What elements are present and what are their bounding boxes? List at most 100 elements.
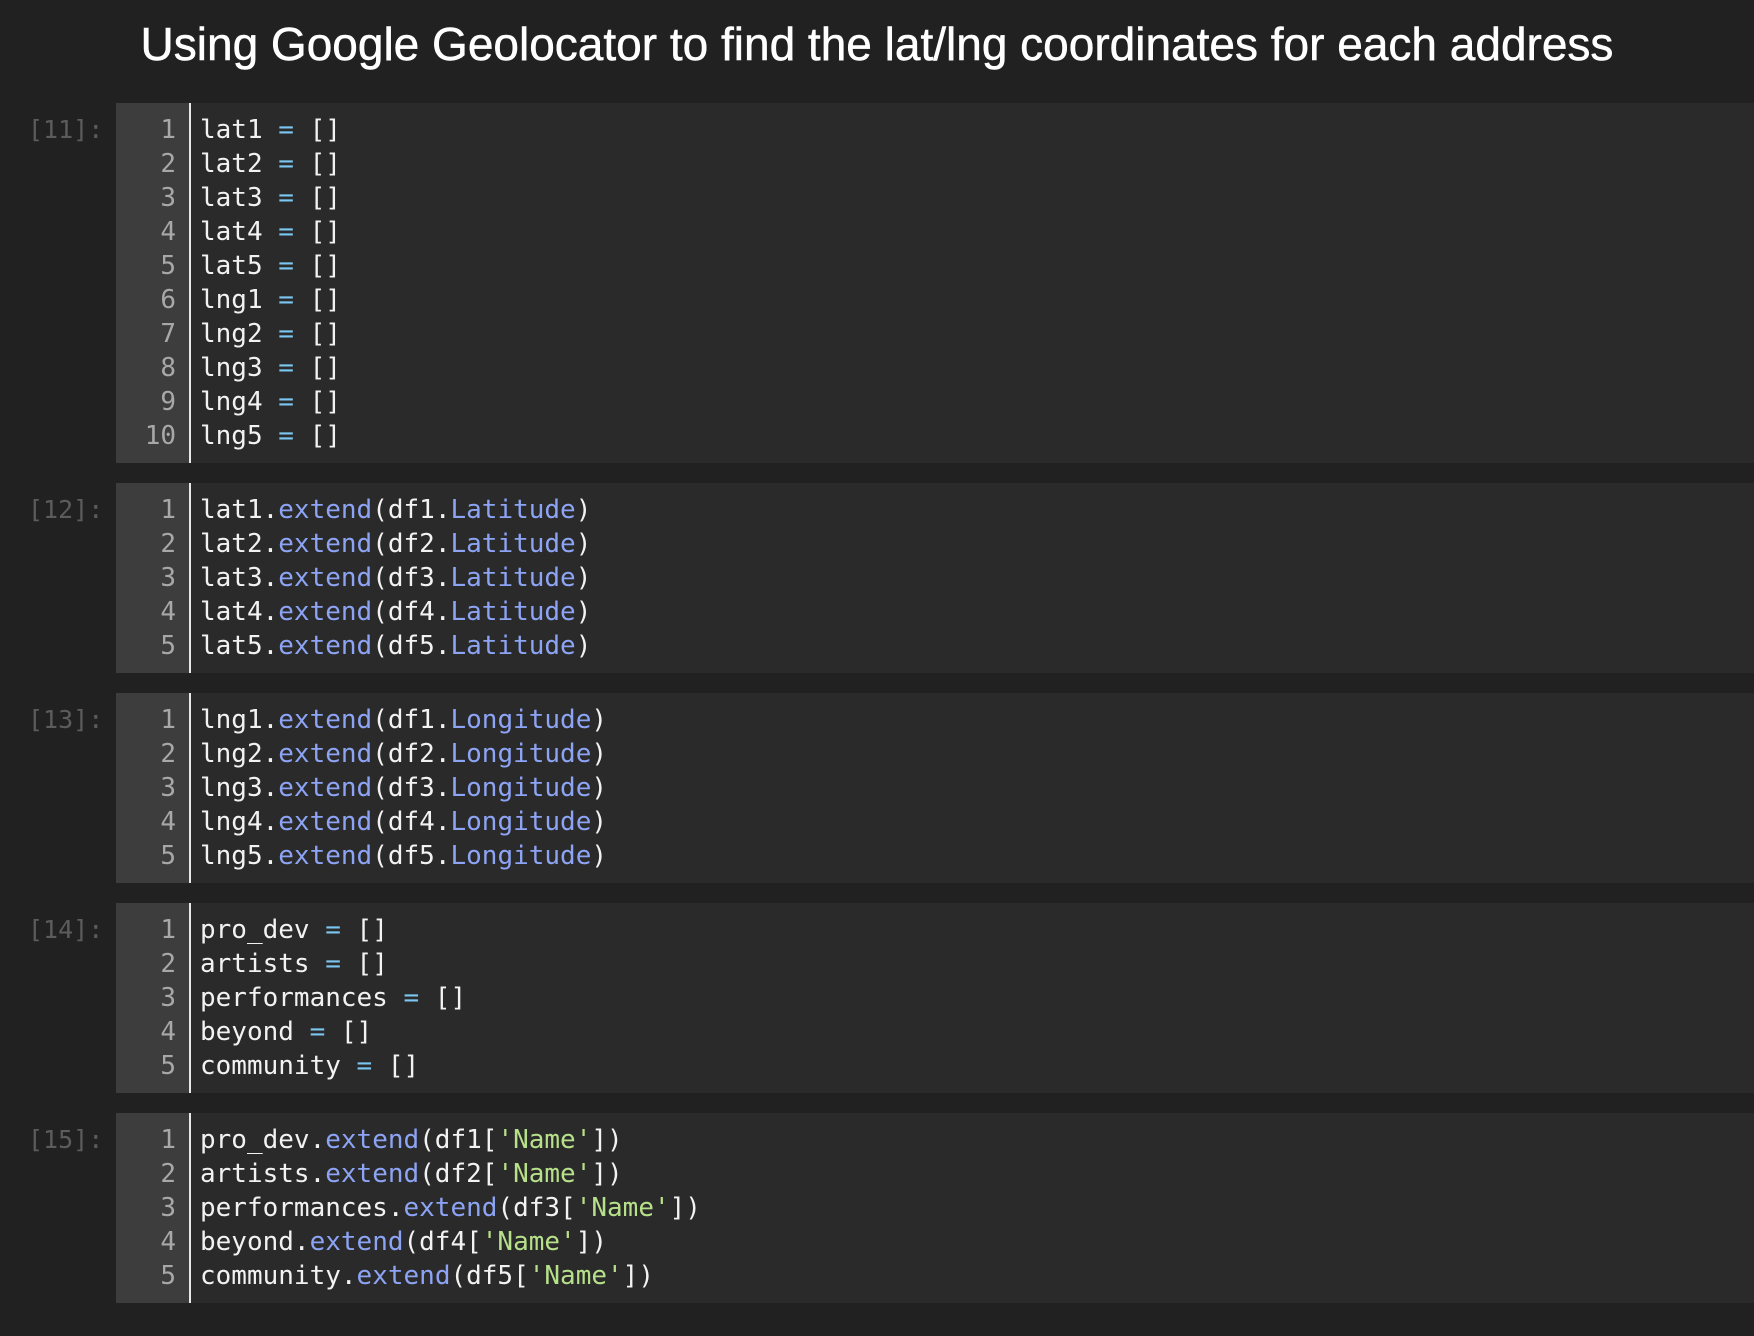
code-method-token: extend (278, 563, 373, 593)
code-operator-token: = (325, 915, 341, 945)
code-method-token: extend (278, 705, 373, 735)
code-lines: 1 pro_dev = [] 2 artists = [] 3 performances … (116, 913, 1754, 1083)
code-text: lng5 = [] (200, 419, 341, 453)
code-string-token: 'Name' (481, 1227, 576, 1257)
code-text: lng2.extend(df2.Longitude) (200, 737, 607, 771)
code-token: lat5. (200, 631, 279, 661)
code-text: lat5 = [] (200, 249, 341, 283)
code-line: 1 pro_dev.extend(df1['Name']) (116, 1123, 1754, 1157)
code-token: [] (293, 285, 341, 315)
code-token: (df3. (372, 563, 451, 593)
line-number: 5 (160, 841, 176, 871)
code-operator-token: = (356, 1051, 373, 1081)
code-cell[interactable]: [13]: 1 lng1.extend(df1.Longitude) 2 lng2.e… (0, 693, 1754, 883)
code-token: (df4. (372, 807, 451, 837)
code-method-token: extend (278, 739, 373, 769)
cell-execution-count: [12]: (28, 495, 104, 524)
line-number: 6 (160, 285, 176, 315)
code-editor[interactable]: 1 lat1 = [] 2 lat2 = [] 3 lat3 = [] 4 lat4 = []… (116, 103, 1754, 463)
code-string-token: 'Name' (497, 1125, 592, 1155)
line-number: 2 (160, 949, 176, 979)
code-cell[interactable]: [14]: 1 pro_dev = [] 2 artists = [] 3 perform… (0, 903, 1754, 1093)
code-line: 5 community = [] (116, 1049, 1754, 1083)
code-text: lat4.extend(df4.Latitude) (200, 595, 591, 629)
code-token: [] (293, 115, 341, 145)
code-token: lng5. (200, 841, 279, 871)
code-text: lat5.extend(df5.Latitude) (200, 629, 591, 663)
code-token: [] (372, 1051, 420, 1081)
code-line: 2 lat2.extend(df2.Latitude) (116, 527, 1754, 561)
code-token: ]) (575, 1227, 608, 1257)
code-operator-token: = (278, 319, 294, 349)
code-token: lat3. (200, 563, 279, 593)
code-line: 4 lat4 = [] (116, 215, 1754, 249)
line-number: 8 (160, 353, 176, 383)
line-number: 1 (160, 495, 176, 525)
code-token: [] (293, 251, 341, 281)
code-method-token: extend (278, 631, 373, 661)
code-operator-token: = (278, 115, 294, 145)
code-lines: 1 lat1.extend(df1.Latitude) 2 lat2.extend(d… (116, 493, 1754, 663)
code-text: lat1.extend(df1.Latitude) (200, 493, 591, 527)
code-line: 5 lng5.extend(df5.Longitude) (116, 839, 1754, 873)
code-token: ]) (669, 1193, 701, 1223)
code-line: 9 lng4 = [] (116, 385, 1754, 419)
code-method-token: extend (325, 1159, 420, 1189)
line-number: 3 (160, 773, 176, 803)
line-number: 3 (160, 183, 176, 213)
code-text: lat2 = [] (200, 147, 341, 181)
code-token: performances. (200, 1193, 404, 1223)
code-line: 4 beyond = [] (116, 1015, 1754, 1049)
line-number: 1 (160, 915, 176, 945)
code-text: community.extend(df5['Name']) (200, 1259, 654, 1293)
code-cell[interactable]: [15]: 1 pro_dev.extend(df1['Name']) 2 artis… (0, 1113, 1754, 1303)
code-lines: 1 pro_dev.extend(df1['Name']) 2 artists.ext… (116, 1123, 1754, 1293)
code-line: 2 lat2 = [] (116, 147, 1754, 181)
code-method-token: Longitude (450, 807, 592, 837)
code-operator-token: = (278, 421, 294, 451)
line-number: 4 (160, 217, 176, 247)
code-token: lng2 (200, 319, 279, 349)
code-operator-token: = (278, 353, 294, 383)
code-line: 1 lng1.extend(df1.Longitude) (116, 703, 1754, 737)
code-line: 4 beyond.extend(df4['Name']) (116, 1225, 1754, 1259)
line-number: 5 (160, 251, 176, 281)
code-line: 3 performances = [] (116, 981, 1754, 1015)
code-string-token: 'Name' (497, 1159, 592, 1189)
code-operator-token: = (278, 183, 294, 213)
code-token: [] (293, 421, 341, 451)
code-editor[interactable]: 1 lng1.extend(df1.Longitude) 2 lng2.extend(… (116, 693, 1754, 883)
line-number: 2 (160, 149, 176, 179)
code-line: 2 lng2.extend(df2.Longitude) (116, 737, 1754, 771)
code-token: pro_dev (200, 915, 326, 945)
code-operator-token: = (278, 387, 294, 417)
line-number: 1 (160, 1125, 176, 1155)
code-method-token: extend (278, 597, 373, 627)
line-number: 4 (160, 1227, 176, 1257)
code-token: lng1. (200, 705, 279, 735)
line-number: 2 (160, 1159, 176, 1189)
cell-execution-count: [13]: (28, 705, 104, 734)
line-number: 2 (160, 529, 176, 559)
code-method-token: Latitude (450, 597, 576, 627)
code-editor[interactable]: 1 lat1.extend(df1.Latitude) 2 lat2.extend(d… (116, 483, 1754, 673)
code-line: 4 lat4.extend(df4.Latitude) (116, 595, 1754, 629)
code-token: lat3 (200, 183, 279, 213)
code-text: lng2 = [] (200, 317, 341, 351)
code-token: [] (293, 183, 341, 213)
code-operator-token: = (325, 949, 341, 979)
code-text: artists.extend(df2['Name']) (200, 1157, 623, 1191)
line-number: 1 (160, 705, 176, 735)
line-number: 4 (160, 1017, 176, 1047)
code-text: lng3.extend(df3.Longitude) (200, 771, 607, 805)
code-operator-token: = (278, 251, 294, 281)
code-method-token: Latitude (450, 631, 576, 661)
code-text: beyond.extend(df4['Name']) (200, 1225, 607, 1259)
code-editor[interactable]: 1 pro_dev.extend(df1['Name']) 2 artists.ext… (116, 1113, 1754, 1303)
code-editor[interactable]: 1 pro_dev = [] 2 artists = [] 3 performances … (116, 903, 1754, 1093)
code-token: (df4[ (403, 1227, 482, 1257)
code-text: lat3 = [] (200, 181, 341, 215)
code-cell[interactable]: [12]: 1 lat1.extend(df1.Latitude) 2 lat2.ex… (0, 483, 1754, 673)
code-cell[interactable]: [11]: 1 lat1 = [] 2 lat2 = [] 3 lat3 = [] 4 lat… (0, 103, 1754, 463)
code-method-token: extend (309, 1227, 404, 1257)
